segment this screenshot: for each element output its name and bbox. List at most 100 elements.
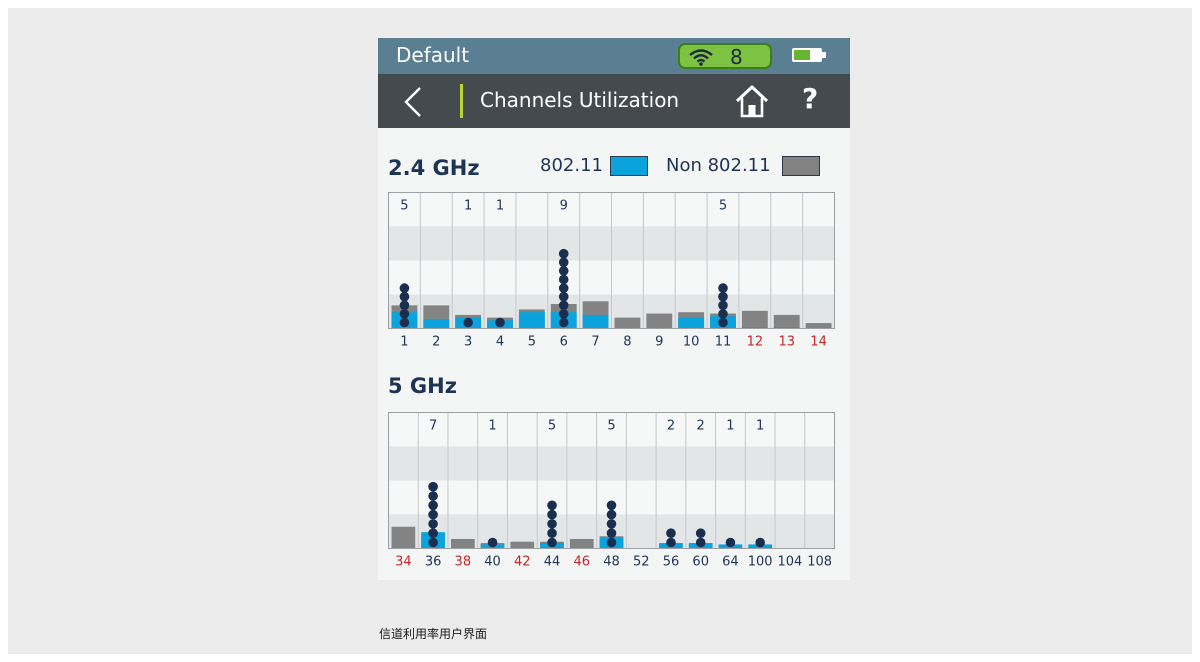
wifi-network-count-badge[interactable]: 8 [678, 43, 772, 69]
ap-count-label: 5 [607, 419, 615, 434]
channel-tick-label: 34 [395, 555, 412, 570]
page-background: Default 8 Channels Utilization ? 2.4 GHz… [8, 8, 1192, 654]
ap-count-label: 1 [488, 419, 496, 434]
access-point-dot [718, 309, 728, 319]
channel-tick-label: 14 [810, 335, 827, 350]
wifi-802-11-bar [518, 312, 545, 329]
channel-tick-label: 12 [747, 335, 764, 350]
non-802-11-bar [741, 310, 768, 329]
non-802-11-bar [510, 541, 535, 549]
non-802-11-bar [773, 314, 800, 329]
access-point-dot [725, 537, 736, 548]
non-802-11-bar [569, 538, 594, 549]
access-point-dot [558, 291, 569, 302]
channel-tick-label: 44 [544, 555, 561, 570]
legend-label-non-802-11: Non 802.11 [666, 155, 771, 176]
access-point-dot [558, 283, 569, 293]
access-point-dot [428, 519, 438, 529]
channel-tick-label: 48 [603, 555, 620, 570]
channel-tick-label: 6 [560, 335, 568, 350]
channel-tick-label: 13 [778, 335, 795, 350]
channel-tick-label: 11 [715, 335, 732, 350]
access-point-dot [558, 266, 569, 276]
access-point-dot [606, 537, 617, 548]
access-point-dot [666, 537, 676, 548]
access-point-dot [495, 317, 505, 328]
channel-tick-label: 3 [464, 335, 472, 350]
channel-tick-label: 60 [692, 555, 709, 570]
status-bar: Default 8 [378, 38, 850, 74]
access-point-dot [399, 317, 410, 328]
nav-divider [460, 84, 463, 118]
channel-tick-label: 8 [623, 335, 631, 350]
battery-tip [822, 52, 826, 58]
access-point-dot [606, 509, 617, 520]
ap-count-label: 5 [400, 199, 408, 214]
access-point-dot [547, 528, 557, 538]
channel-tick-label: 100 [748, 555, 773, 570]
channel-tick-label: 104 [777, 555, 802, 570]
access-point-dot [695, 537, 706, 548]
channel-tick-label: 4 [496, 335, 504, 350]
battery-level [794, 50, 810, 60]
access-point-dot [399, 283, 410, 293]
access-point-dot [428, 500, 438, 511]
ap-count-label: 1 [726, 419, 734, 434]
access-point-dot [558, 257, 569, 268]
non-802-11-bar [646, 313, 673, 329]
help-button[interactable]: ? [802, 82, 818, 115]
channel-tick-label: 64 [722, 555, 739, 570]
access-point-dot [428, 491, 438, 501]
nav-bar: Channels Utilization ? [378, 74, 850, 128]
access-point-dot [718, 283, 728, 293]
access-point-dot [487, 537, 498, 548]
non-802-11-bar [614, 317, 641, 329]
chart-5ghz: 34 7 36 38 1 40 42 5 44 46 5 48 52 2 56 2 60 1 64 1 100 104 10… [388, 412, 835, 570]
wifi-network-count: 8 [730, 45, 743, 69]
chevron-left-icon[interactable] [402, 86, 424, 118]
battery-icon [792, 48, 822, 62]
access-point-dot [718, 317, 728, 328]
access-point-dot [695, 528, 706, 538]
access-point-dot [718, 300, 728, 311]
device-screen: Default 8 Channels Utilization ? 2.4 GHz… [378, 38, 850, 580]
access-point-dot [399, 291, 410, 302]
page-title: Channels Utilization [480, 88, 680, 112]
ap-count-label: 5 [719, 199, 727, 214]
access-point-dot [558, 248, 569, 259]
ap-count-label: 1 [756, 419, 764, 434]
access-point-dot [399, 309, 410, 319]
figure-caption: 信道利用率用户界面 [379, 627, 488, 641]
channel-tick-label: 10 [683, 335, 700, 350]
access-point-dot [428, 481, 438, 492]
access-point-dot [755, 537, 765, 548]
channel-tick-label: 56 [663, 555, 680, 570]
channel-tick-label: 108 [807, 555, 832, 570]
chart-2-4ghz: 51 21314 596 7 8 9 10511 12 13 14 [388, 192, 835, 350]
ap-count-label: 2 [697, 419, 705, 434]
ap-count-label: 5 [548, 419, 556, 434]
channel-tick-label: 1 [400, 335, 408, 350]
section-title-2-4ghz: 2.4 GHz [388, 156, 480, 180]
legend-swatch-802-11 [610, 156, 648, 176]
channel-tick-label: 9 [655, 335, 663, 350]
non-802-11-bar [391, 526, 416, 549]
profile-name: Default [396, 43, 470, 67]
access-point-dot [558, 274, 569, 285]
access-point-dot [666, 528, 676, 538]
ap-count-label: 7 [429, 419, 437, 434]
wifi-802-11-bar [582, 314, 609, 329]
access-point-dot [463, 317, 473, 328]
ap-count-label: 1 [496, 199, 504, 214]
home-icon[interactable] [734, 84, 770, 118]
section-title-5ghz: 5 GHz [388, 374, 457, 398]
access-point-dot [547, 519, 557, 529]
access-point-dot [428, 528, 438, 538]
access-point-dot [547, 537, 557, 548]
access-point-dot [606, 528, 617, 538]
channel-tick-label: 52 [633, 555, 650, 570]
access-point-dot [428, 537, 438, 548]
access-point-dot [547, 500, 557, 511]
channel-tick-label: 46 [573, 555, 590, 570]
non-802-11-bar [450, 538, 475, 549]
